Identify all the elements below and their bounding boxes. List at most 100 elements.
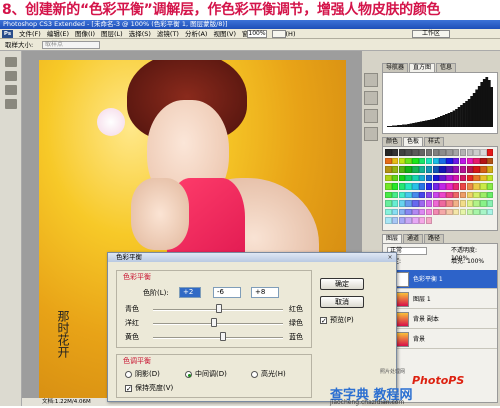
swatch[interactable] xyxy=(425,157,433,164)
dock-actions-icon[interactable] xyxy=(364,91,378,105)
swatch[interactable] xyxy=(398,157,406,164)
swatch[interactable] xyxy=(466,200,474,207)
swatch[interactable] xyxy=(412,166,419,173)
swatch[interactable] xyxy=(418,166,426,173)
swatch[interactable] xyxy=(452,174,460,181)
swatch[interactable] xyxy=(452,200,460,207)
swatch[interactable] xyxy=(418,208,426,215)
menu-layer[interactable]: 图层(L) xyxy=(98,29,126,39)
menu-image[interactable]: 图像(I) xyxy=(72,29,98,39)
swatch[interactable] xyxy=(459,166,467,173)
swatch[interactable] xyxy=(439,191,446,198)
tab-layers[interactable]: 图层 xyxy=(382,234,403,243)
level-cyan-red-input[interactable]: +2 xyxy=(179,287,201,298)
swatch[interactable] xyxy=(385,191,392,198)
swatch[interactable] xyxy=(425,200,433,207)
swatch[interactable] xyxy=(459,183,467,190)
layer-row-background-copy[interactable]: 背景 副本 xyxy=(383,310,497,329)
swatch[interactable] xyxy=(425,191,433,198)
swatch[interactable] xyxy=(398,217,406,224)
swatch[interactable] xyxy=(452,183,460,190)
menu-filter[interactable]: 滤镜(T) xyxy=(154,29,182,39)
swatch[interactable] xyxy=(405,166,412,173)
layer-row-background[interactable]: 背景 xyxy=(383,330,497,349)
swatch[interactable] xyxy=(412,157,419,164)
swatch[interactable] xyxy=(486,183,494,190)
swatch[interactable] xyxy=(385,217,392,224)
swatch[interactable] xyxy=(398,166,406,173)
dock-brush-icon[interactable] xyxy=(364,109,378,123)
swatches-grid[interactable] xyxy=(382,146,498,231)
magenta-green-slider-thumb[interactable] xyxy=(211,318,218,327)
swatch[interactable] xyxy=(486,191,494,198)
swatch[interactable] xyxy=(398,200,406,207)
swatch[interactable] xyxy=(391,208,399,215)
swatch[interactable] xyxy=(452,208,460,215)
swatch[interactable] xyxy=(466,191,474,198)
swatch[interactable] xyxy=(418,183,426,190)
swatch[interactable] xyxy=(418,191,426,198)
slider-track[interactable] xyxy=(153,323,283,325)
swatch[interactable] xyxy=(480,200,487,207)
swatch[interactable] xyxy=(432,208,440,215)
swatch[interactable] xyxy=(473,174,480,181)
tab-histogram[interactable]: 直方图 xyxy=(409,63,436,72)
level-yellow-blue-input[interactable]: +8 xyxy=(251,287,279,298)
swatch[interactable] xyxy=(418,217,426,224)
swatch[interactable] xyxy=(480,191,487,198)
preserve-luminosity-checkbox[interactable]: ✓ xyxy=(125,385,132,393)
tab-color[interactable]: 颜色 xyxy=(382,137,403,146)
tool-icons[interactable] xyxy=(0,51,22,406)
dock-tool-presets-icon[interactable] xyxy=(364,127,378,141)
swatch[interactable] xyxy=(432,157,440,164)
level-magenta-green-input[interactable]: -6 xyxy=(213,287,241,298)
swatch[interactable] xyxy=(432,200,440,207)
swatch[interactable] xyxy=(385,157,392,164)
swatch[interactable] xyxy=(473,200,480,207)
swatch[interactable] xyxy=(385,208,392,215)
swatch[interactable] xyxy=(473,191,480,198)
tab-channels[interactable]: 通道 xyxy=(403,234,424,243)
swatch[interactable] xyxy=(446,174,453,181)
screen-mode-icon[interactable] xyxy=(272,30,286,38)
swatch[interactable] xyxy=(405,157,412,164)
swatch[interactable] xyxy=(439,157,446,164)
swatch[interactable] xyxy=(391,183,399,190)
swatch[interactable] xyxy=(480,208,487,215)
swatch[interactable] xyxy=(405,183,412,190)
swatch[interactable] xyxy=(486,166,494,173)
swatch[interactable] xyxy=(432,191,440,198)
swatch[interactable] xyxy=(398,191,406,198)
swatch[interactable] xyxy=(480,183,487,190)
swatch[interactable] xyxy=(391,166,399,173)
swatch[interactable] xyxy=(459,174,467,181)
workspace-button[interactable]: 工作区 xyxy=(412,30,450,38)
swatch[interactable] xyxy=(459,208,467,215)
swatch[interactable] xyxy=(391,149,399,156)
swatch[interactable] xyxy=(439,166,446,173)
swatch[interactable] xyxy=(385,174,392,181)
swatch[interactable] xyxy=(385,183,392,190)
swatch[interactable] xyxy=(480,149,487,156)
swatch[interactable] xyxy=(452,149,460,156)
swatch[interactable] xyxy=(480,166,487,173)
swatch[interactable] xyxy=(398,208,406,215)
swatch[interactable] xyxy=(425,217,433,224)
swatch[interactable] xyxy=(439,149,446,156)
swatch[interactable] xyxy=(452,157,460,164)
cyan-red-slider-thumb[interactable] xyxy=(216,304,223,313)
radio-highlights[interactable] xyxy=(251,371,258,378)
swatch[interactable] xyxy=(480,157,487,164)
slider-track[interactable] xyxy=(153,337,283,339)
menu-analysis[interactable]: 分析(A) xyxy=(182,29,211,39)
swatch[interactable] xyxy=(459,191,467,198)
swatch[interactable] xyxy=(473,149,480,156)
swatch[interactable] xyxy=(439,200,446,207)
menu-select[interactable]: 选择(S) xyxy=(126,29,154,39)
swatch[interactable] xyxy=(418,149,426,156)
swatch[interactable] xyxy=(385,166,392,173)
swatch[interactable] xyxy=(459,157,467,164)
swatch[interactable] xyxy=(473,157,480,164)
swatch[interactable] xyxy=(391,191,399,198)
swatch[interactable] xyxy=(466,149,474,156)
